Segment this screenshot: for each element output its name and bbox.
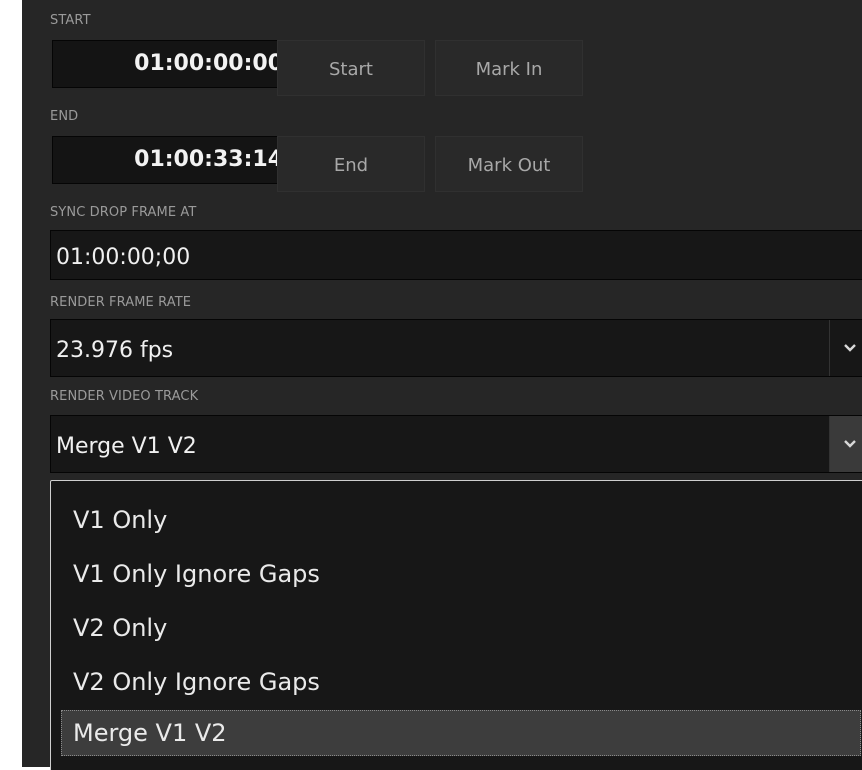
chevron-down-icon[interactable] [829, 416, 862, 472]
end-button[interactable]: End [277, 136, 425, 192]
sync-drop-frame-field[interactable]: 01:00:00;00 [50, 230, 862, 280]
render-frame-rate-label: RENDER FRAME RATE [50, 295, 192, 310]
start-button[interactable]: Start [277, 40, 425, 96]
option-v2-only[interactable]: V2 Only [61, 605, 861, 651]
chevron-down-icon[interactable] [829, 320, 862, 376]
render-video-track-label: RENDER VIDEO TRACK [50, 389, 199, 404]
render-frame-rate-value: 23.976 fps [56, 338, 174, 363]
option-merge-v1-v2[interactable]: Merge V1 V2 [61, 710, 861, 756]
render-video-track-select[interactable]: Merge V1 V2 [50, 415, 862, 473]
option-v2-only-ignore-gaps[interactable]: V2 Only Ignore Gaps [61, 659, 861, 705]
sync-drop-frame-label: SYNC DROP FRAME AT [50, 205, 197, 220]
mark-in-button[interactable]: Mark In [435, 40, 583, 96]
render-video-track-dropdown: V1 Only V1 Only Ignore Gaps V2 Only V2 O… [50, 480, 862, 770]
end-timecode-field[interactable]: 01:00:33:14 [52, 136, 290, 184]
render-settings-panel: START 01:00:00:00 Start Mark In END 01:0… [22, 0, 862, 770]
end-label: END [50, 109, 79, 124]
option-v1-only-ignore-gaps[interactable]: V1 Only Ignore Gaps [61, 551, 861, 597]
render-video-track-value: Merge V1 V2 [56, 434, 197, 459]
start-timecode-field[interactable]: 01:00:00:00 [52, 40, 290, 88]
render-frame-rate-select[interactable]: 23.976 fps [50, 319, 862, 377]
start-label: START [50, 13, 91, 28]
mark-out-button[interactable]: Mark Out [435, 136, 583, 192]
option-v1-only[interactable]: V1 Only [61, 497, 861, 543]
